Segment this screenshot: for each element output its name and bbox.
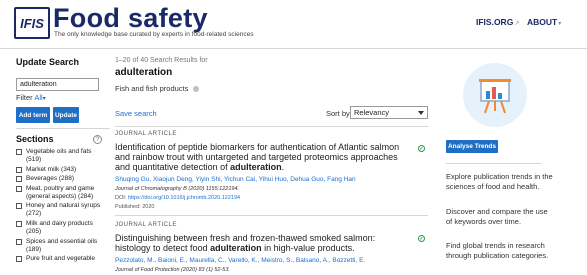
title-highlight: adulteration xyxy=(210,243,262,253)
section-item[interactable]: Meat, poultry and game (general aspects)… xyxy=(16,185,108,201)
section-label: Meat, poultry and game (general aspects)… xyxy=(26,184,95,200)
header-divider xyxy=(0,48,587,49)
article-published: Published: 2020 xyxy=(115,204,155,210)
update-button[interactable]: Update xyxy=(53,107,79,123)
filter-value: All xyxy=(34,93,43,102)
trends-description: Discover and compare the use of keywords… xyxy=(446,207,548,226)
section-label: Milk and dairy products (205) xyxy=(26,219,93,235)
search-query: adulteration xyxy=(115,67,173,78)
section-item[interactable]: Honey and natural syrups (272) xyxy=(16,202,108,218)
checkbox[interactable] xyxy=(16,203,22,210)
analyse-trends-button[interactable]: Analyse Trends xyxy=(446,140,498,153)
trends-description: Explore publication trends in the scienc… xyxy=(446,172,553,191)
external-link-icon: ↗ xyxy=(514,21,520,27)
sidebar-divider xyxy=(16,128,110,129)
trends-illustration xyxy=(463,63,527,127)
section-item[interactable]: Market milk (343) xyxy=(16,166,108,174)
search-input[interactable] xyxy=(16,78,99,91)
add-term-button[interactable]: Add term xyxy=(16,107,50,123)
title-text: in high-value products. xyxy=(261,243,355,253)
article-type: JOURNAL ARTICLE xyxy=(115,131,177,137)
checkbox[interactable] xyxy=(16,185,22,192)
section-item[interactable]: Spices and essential oils (189) xyxy=(16,238,108,254)
doi-label: DOI: xyxy=(115,195,127,201)
title-text: . xyxy=(281,162,285,172)
results-divider xyxy=(115,126,428,127)
ifis-logo[interactable]: IFIS xyxy=(14,7,50,39)
checkbox[interactable] xyxy=(16,176,22,183)
article-title[interactable]: Identification of peptide biomarkers for… xyxy=(115,142,411,172)
article-authors[interactable]: Pezzolato, M., Baioni, E., Maurella, C.,… xyxy=(115,257,365,264)
checkbox[interactable] xyxy=(16,149,22,155)
title-highlight: adulteration xyxy=(230,162,282,172)
open-access-check-icon: ✓ xyxy=(418,145,425,152)
save-search-link[interactable]: Save search xyxy=(115,109,157,118)
remove-filter-icon[interactable] xyxy=(193,86,199,92)
nav-link-ifis-org[interactable]: IFIS.ORG↗ xyxy=(476,17,519,27)
results-count: 1–20 of 40 Search Results for xyxy=(115,57,208,64)
chevron-down-icon: ▾ xyxy=(42,96,46,102)
results-divider xyxy=(115,215,428,216)
help-icon[interactable]: ? xyxy=(93,135,102,144)
nav-link-label: IFIS.ORG xyxy=(476,17,514,27)
doi-link[interactable]: https://doi.org/10.1016/j.jchromb.2020.1… xyxy=(128,195,240,201)
article-journal: Journal of Food Protection (2020) 83 (1)… xyxy=(115,267,230,273)
site-title[interactable]: Food safety xyxy=(53,3,208,34)
article-journal: Journal of Chromatography B (2020) 1155:… xyxy=(115,186,240,192)
section-label: Beverages (288) xyxy=(26,175,75,183)
filter-label: Filter xyxy=(16,93,33,102)
section-label: Pure fruit and vegetable xyxy=(26,255,96,263)
section-label: Market milk (343) xyxy=(26,165,77,173)
update-search-heading: Update Search xyxy=(16,57,80,67)
right-panel-divider xyxy=(446,163,542,164)
trends-description: Find global trends in research through p… xyxy=(446,241,549,260)
article-doi: DOI: https://doi.org/10.1016/j.jchromb.2… xyxy=(115,195,240,201)
nav-link-about[interactable]: ABOUT▾ xyxy=(527,17,561,27)
sort-value: Relevancy xyxy=(354,108,390,117)
sections-heading: Sections xyxy=(16,134,54,144)
checkbox[interactable] xyxy=(16,238,22,245)
section-item[interactable]: Pure fruit and vegetable xyxy=(16,255,108,263)
presentation-chart-icon xyxy=(479,79,511,114)
checkbox[interactable] xyxy=(16,256,22,263)
nav-link-label: ABOUT xyxy=(527,17,558,27)
chevron-down-icon xyxy=(418,110,424,115)
section-item[interactable]: Vegetable oils and fats (519) xyxy=(16,148,108,164)
filter-dropdown[interactable]: Filter All▾ xyxy=(16,93,46,102)
sections-list: Vegetable oils and fats (519) Market mil… xyxy=(16,148,108,265)
site-tagline: The only knowledge base curated by exper… xyxy=(54,31,254,38)
sort-by-label: Sort by xyxy=(326,109,350,118)
sort-select[interactable]: Relevancy xyxy=(350,106,428,119)
section-item[interactable]: Milk and dairy products (205) xyxy=(16,220,108,236)
section-label: Vegetable oils and fats (519) xyxy=(26,148,92,163)
filter-chip: Fish and fish products xyxy=(115,84,189,93)
checkbox[interactable] xyxy=(16,166,22,173)
chevron-down-icon: ▾ xyxy=(558,21,562,27)
open-access-check-icon: ✓ xyxy=(418,235,425,242)
checkbox[interactable] xyxy=(16,220,22,227)
article-title[interactable]: Distinguishing between fresh and frozen-… xyxy=(115,233,411,253)
section-label: Honey and natural syrups (272) xyxy=(26,202,101,218)
article-type: JOURNAL ARTICLE xyxy=(115,222,177,228)
section-label: Spices and essential oils (189) xyxy=(26,237,98,253)
section-item[interactable]: Beverages (288) xyxy=(16,175,108,183)
article-authors[interactable]: Shuqing Gu, Xiaojun Deng, Yiyin Shi, Yic… xyxy=(115,176,356,183)
